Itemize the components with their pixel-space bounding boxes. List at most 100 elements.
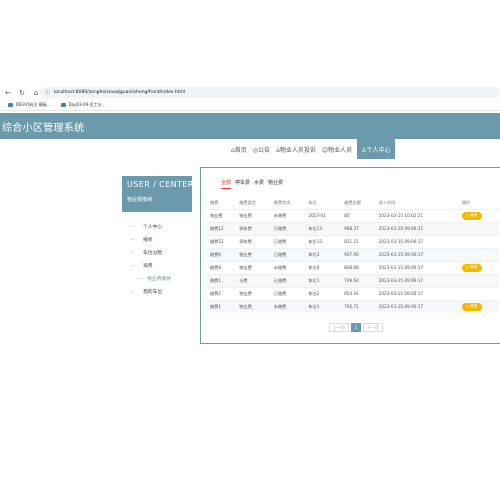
- bookmark-label: IDEA代码注 模板...: [16, 102, 51, 107]
- table-cell: 缴费8: [207, 260, 237, 274]
- sidebar-item-label: 报修: [143, 238, 153, 243]
- nav-item-home[interactable]: ⌂首页: [228, 139, 250, 159]
- table-cell: 988.37: [341, 221, 376, 235]
- sidebar-item[interactable]: — 个人中心: [122, 220, 192, 233]
- sidebar-item-label: 我的车位: [143, 290, 163, 295]
- pay-button-label: 缴费: [470, 304, 478, 309]
- table-cell: 物业费: [236, 299, 271, 313]
- sidebar-title: USER / CENTER: [127, 180, 194, 189]
- table-cell: 未缴费: [270, 299, 306, 313]
- table-cell: 808.66: [341, 260, 376, 274]
- table-cell: 907.92: [341, 247, 376, 261]
- site-title: 综合小区管理系统: [2, 123, 85, 134]
- column-header: 缴费状态: [273, 200, 291, 206]
- table-cell: 2023-03-15 09:06:17: [375, 299, 459, 313]
- table-cell: 854.91: [341, 286, 376, 300]
- sidebar-header: USER / CENTER 物业费缴纳: [122, 176, 194, 212]
- table-cell: 80: [341, 208, 376, 222]
- pay-button-label: 缴费: [470, 213, 478, 217]
- reload-icon[interactable]: ↻: [16, 87, 28, 99]
- table-cell: 缴费1: [207, 299, 237, 313]
- pay-button[interactable]: ✎ 缴费: [461, 211, 482, 220]
- bookmark-item[interactable]: Day03-09-员工分...: [60, 102, 106, 108]
- pay-button[interactable]: ✎ 缴费: [461, 263, 482, 272]
- table-cell: 车位1: [305, 299, 342, 313]
- table-cell: 车位8: [305, 260, 342, 274]
- table-cell: 已缴费: [270, 247, 306, 261]
- main-nav: ⌂首页 ◎公告 ⌂物业人员投诉 ☺物业人员 ♙个人中心: [228, 139, 395, 159]
- table-body: 物业费 物业费 未缴费 2023-01 80 2023-03-15 10:02:21 ✎ 缴费…: [207, 208, 499, 313]
- action-cell: [458, 286, 499, 300]
- content-panel: 全部 停车费 水费 物业费 缴费 缴费类型 缴费状态 车位 缴费金额 录入时间 操作 物业费 物业费…: [200, 167, 500, 344]
- dash-icon: —: [131, 263, 135, 268]
- table-cell: 已缴费: [270, 273, 306, 287]
- action-cell: ✎ 缴费: [458, 260, 499, 274]
- table-cell: 物业费: [236, 208, 271, 222]
- nav-item-notice[interactable]: ◎公告: [250, 139, 273, 159]
- column-header: 缴费类型: [239, 200, 256, 206]
- table-row: 缴费8 物业费 未缴费 车位8 808.66 2023-03-15 09:06:17 ✎ 缴费: [207, 260, 499, 274]
- sidebar-item-label: 个人中心: [143, 225, 163, 230]
- url-text[interactable]: localhost:8080/zongheixiaoqiguanlisheng/…: [54, 90, 185, 95]
- table-cell: 车位2: [305, 286, 342, 300]
- table-cell: 821.21: [341, 234, 376, 248]
- bookmarks-bar: IDEA代码注 模板... Day03-09-员工分...: [0, 100, 500, 111]
- sidebar-item-label: 资费: [143, 264, 153, 269]
- table-cell: 2023-03-15 09:06:17: [375, 273, 459, 287]
- table-cell: 已缴费: [270, 286, 306, 300]
- back-icon[interactable]: ←: [2, 87, 14, 99]
- column-header: 缴费: [210, 200, 219, 206]
- table-cell: 物业费: [236, 286, 271, 300]
- pay-button[interactable]: ✎ 缴费: [461, 302, 482, 311]
- table-cell: 未缴费: [270, 208, 306, 222]
- nav-item-staff[interactable]: ☺物业人员: [319, 139, 355, 159]
- column-header: 车位: [308, 200, 317, 206]
- user-sidebar: USER / CENTER 物业费缴纳 — 个人中心 — 报修 — 车位分配 — 资费 —— 物业…: [122, 176, 194, 376]
- action-cell: ✎ 缴费: [458, 299, 499, 313]
- edit-icon: ✎: [466, 304, 470, 309]
- tab-item[interactable]: 停车费: [235, 179, 250, 189]
- tab-item[interactable]: 物业费: [268, 179, 283, 189]
- table-cell: 车位13: [305, 221, 342, 235]
- fee-tabs: 全部 停车费 水费 物业费: [221, 179, 283, 189]
- table-row: 缴费12 停车费 已缴费 车位13 988.37 2023-03-15 09:06:31: [207, 221, 499, 235]
- sidebar-subitem[interactable]: —— 物业费缴纳: [122, 272, 192, 285]
- info-icon[interactable]: ⓘ: [45, 89, 50, 96]
- edit-icon: ✎: [466, 213, 470, 218]
- bookmark-label: Day03-09-员工分...: [68, 102, 106, 107]
- nav-item-user-center[interactable]: ♙个人中心: [357, 139, 395, 159]
- sidebar-item[interactable]: — 车位分配: [122, 246, 192, 259]
- page-number-button[interactable]: 1: [351, 323, 361, 332]
- table-cell: 2023-03-15 10:02:21: [375, 208, 459, 222]
- table-row: 缴费12 停车费 已缴费 车位13 821.21 2023-03-15 09:06:17: [207, 234, 499, 248]
- table-cell: 物业费: [236, 247, 271, 261]
- dash-icon: —: [131, 289, 135, 294]
- sidebar-menu: — 个人中心 — 报修 — 车位分配 — 资费 —— 物业费缴纳 — 我的车位: [122, 212, 192, 298]
- bookmark-item[interactable]: IDEA代码注 模板...: [8, 102, 51, 108]
- address-bar[interactable]: ⓘ localhost:8080/zongheixiaoqiguanlishen…: [40, 87, 500, 98]
- pay-button-label: 缴费: [470, 265, 478, 269]
- table-row: 缴费1 物业费 未缴费 车位1 765.71 2023-03-15 09:06:17 ✎ 缴费: [207, 299, 499, 313]
- fee-table: 缴费 缴费类型 缴费状态 车位 缴费金额 录入时间 操作 物业费 物业费 未缴费 2023-01 8…: [207, 198, 499, 313]
- table-cell: 2023-03-15 09:06:17: [375, 247, 459, 261]
- sidebar-item[interactable]: — 资费: [122, 259, 192, 272]
- action-cell: [458, 221, 499, 235]
- dash-icon: ——: [136, 276, 144, 281]
- prev-page-button[interactable]: 上一页: [329, 323, 349, 332]
- action-cell: [458, 273, 499, 287]
- sidebar-item[interactable]: — 报修: [122, 233, 192, 246]
- table-row: 缴费6 物业费 已缴费 车位3 907.92 2023-03-15 09:06:17: [207, 247, 499, 261]
- folder-icon: [60, 103, 66, 107]
- table-cell: 物业费: [207, 208, 237, 222]
- next-page-button[interactable]: 下一页: [363, 323, 383, 332]
- table-row: 物业费 物业费 未缴费 2023-01 80 2023-03-15 10:02:21 ✎ 缴费: [207, 208, 499, 222]
- action-cell: [458, 247, 499, 261]
- sidebar-item[interactable]: — 我的车位: [122, 285, 192, 298]
- sidebar-subtitle: 物业费缴纳: [127, 197, 153, 203]
- column-header: 录入时间: [378, 200, 396, 206]
- tab-item[interactable]: 全部: [221, 179, 232, 189]
- tab-item[interactable]: 水费: [254, 179, 264, 189]
- nav-item-complaint[interactable]: ⌂物业人员投诉: [273, 139, 319, 159]
- table-cell: 水费: [236, 273, 271, 287]
- table-cell: 缴费12: [207, 234, 237, 248]
